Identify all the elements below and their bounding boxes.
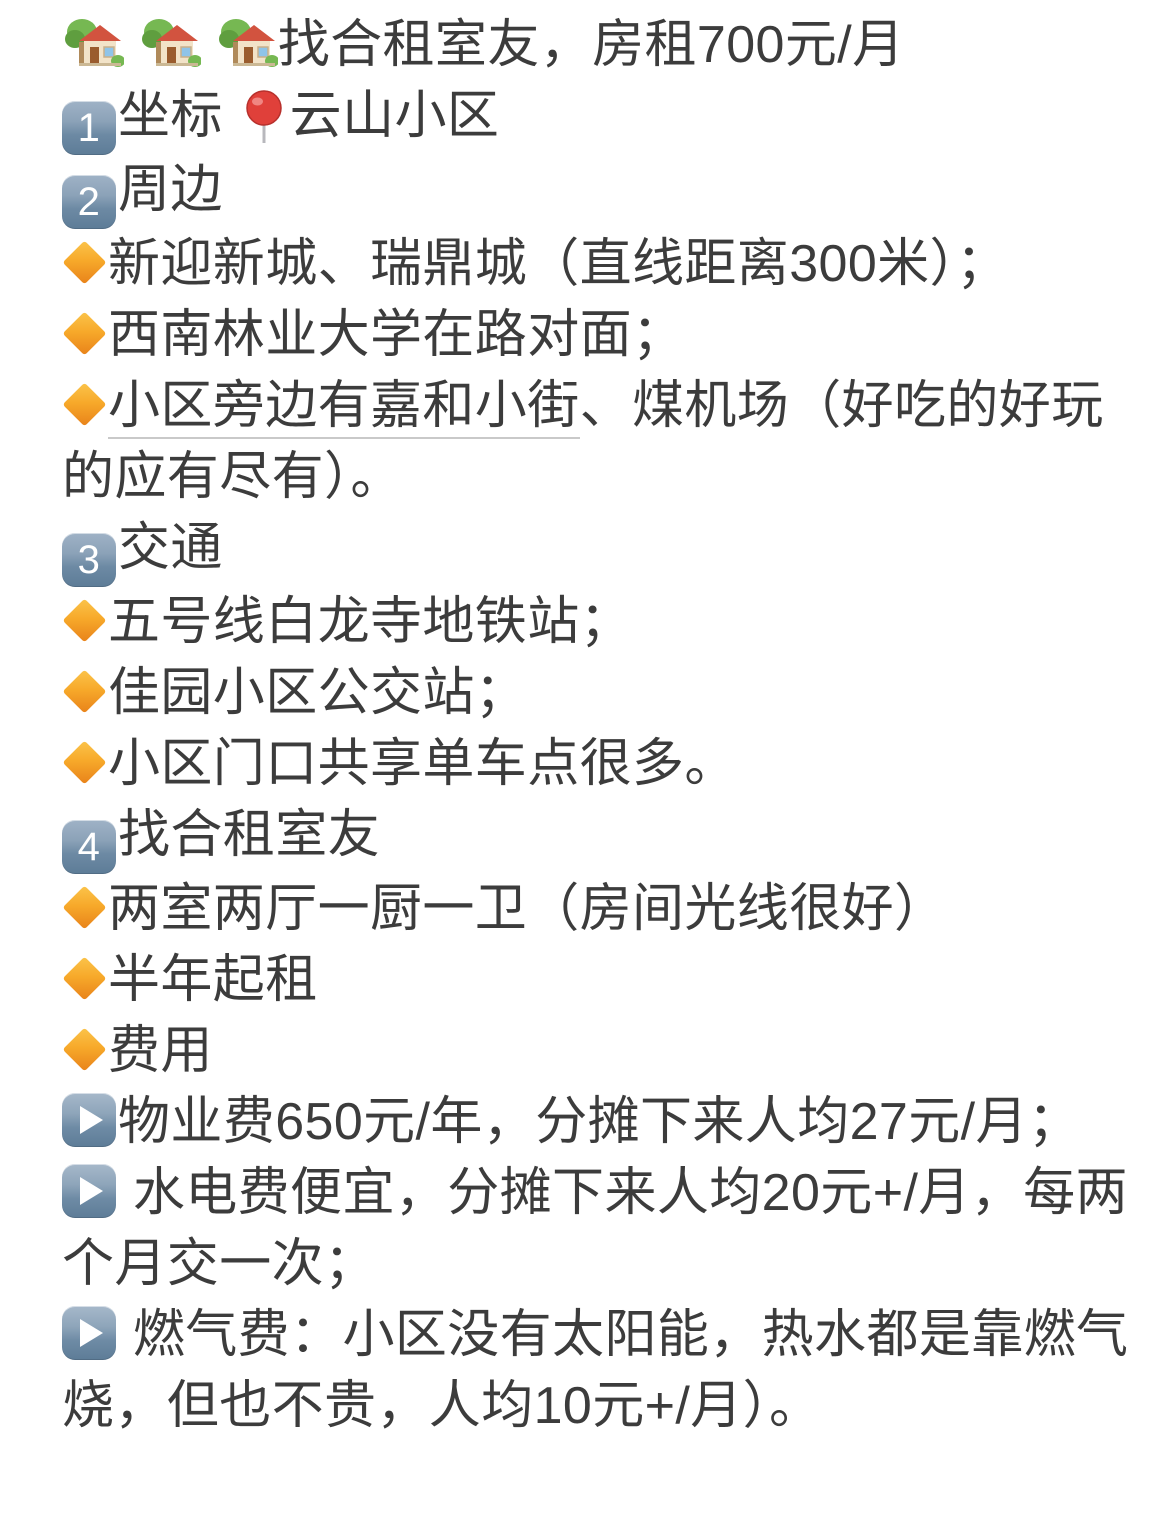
fees-heading-line: 费用 <box>62 1016 1152 1087</box>
keycap-four-icon: 4 <box>62 820 116 874</box>
fee-gas-line: 燃气费：小区没有太阳能，热水都是靠燃气烧，但也不贵，人均10元+/月）。 <box>62 1300 1152 1442</box>
house-with-garden-icon <box>62 16 124 72</box>
nearby-streets-highlight: 小区旁边有嘉和小街 <box>108 377 580 439</box>
location-value: 云山小区 <box>289 87 500 145</box>
house-with-garden-icon <box>139 16 201 72</box>
orange-diamond-icon <box>62 956 106 1001</box>
fee-property-line: 物业费650元/年，分摊下来人均27元/月； <box>62 1087 1152 1158</box>
layout-line: 两室两厅一厨一卫（房间光线很好） <box>62 874 1152 945</box>
transport-bus-text: 佳园小区公交站； <box>108 664 528 722</box>
nearby-university-line: 西南林业大学在路对面； <box>62 300 1152 371</box>
keycap-three-icon: 3 <box>62 533 116 587</box>
fee-utilities-text: 水电费便宜，分摊下来人均20元+/月，每两个月交一次； <box>62 1164 1128 1293</box>
nearby-communities-line: 新迎新城、瑞鼎城（直线距离300米）； <box>62 229 1152 300</box>
section-location-line: 1 坐标 云山小区 <box>62 81 1152 155</box>
orange-diamond-icon <box>62 885 106 930</box>
layout-text: 两室两厅一厨一卫（房间光线很好） <box>108 880 947 938</box>
transport-metro-line: 五号线白龙寺地铁站； <box>62 587 1152 658</box>
nearby-streets-line: 小区旁边有嘉和小街、煤机场（好吃的好玩的应有尽有）。 <box>62 371 1152 513</box>
orange-diamond-icon <box>62 740 106 785</box>
transport-heading: 交通 <box>118 519 223 577</box>
orange-diamond-icon <box>62 1027 106 1072</box>
house-with-garden-icon <box>216 16 278 72</box>
orange-diamond-icon <box>62 669 106 714</box>
section-transport-line: 3 交通 <box>62 513 1152 587</box>
location-label: 坐标 <box>118 87 223 145</box>
nearby-university-text: 西南林业大学在路对面； <box>108 306 685 364</box>
surroundings-heading: 周边 <box>118 161 223 219</box>
section-surroundings-line: 2 周边 <box>62 155 1152 229</box>
fee-utilities-line: 水电费便宜，分摊下来人均20元+/月，每两个月交一次； <box>62 1158 1152 1300</box>
rental-listing-post: 找合租室友，房租700元/月 1 坐标 云山小区 2 周边 新迎新城、瑞鼎城（直线距… <box>0 0 1170 1540</box>
transport-bike-line: 小区门口共享单车点很多。 <box>62 729 1152 800</box>
transport-bike-text: 小区门口共享单车点很多。 <box>108 735 737 793</box>
orange-diamond-icon <box>62 240 106 285</box>
round-pushpin-icon <box>242 89 286 145</box>
orange-diamond-icon <box>62 382 106 427</box>
section-roommate-line: 4 找合租室友 <box>62 800 1152 874</box>
orange-diamond-icon <box>62 311 106 356</box>
fee-gas-text: 燃气费：小区没有太阳能，热水都是靠燃气烧，但也不贵，人均10元+/月）。 <box>62 1306 1129 1435</box>
lease-term-text: 半年起租 <box>108 951 318 1009</box>
transport-metro-text: 五号线白龙寺地铁站； <box>108 593 633 651</box>
orange-diamond-icon <box>62 598 106 643</box>
listing-title-line: 找合租室友，房租700元/月 <box>62 10 1152 81</box>
keycap-two-icon: 2 <box>62 175 116 229</box>
fee-property-text: 物业费650元/年，分摊下来人均27元/月； <box>118 1093 1081 1151</box>
listing-title-text: 找合租室友，房租700元/月 <box>277 16 905 74</box>
lease-term-line: 半年起租 <box>62 945 1152 1016</box>
fees-heading-text: 费用 <box>108 1022 213 1080</box>
play-button-icon <box>62 1306 116 1360</box>
nearby-communities-text: 新迎新城、瑞鼎城（直线距离300米）； <box>108 235 1009 293</box>
play-button-icon <box>62 1093 116 1147</box>
play-button-icon <box>62 1164 116 1218</box>
roommate-heading: 找合租室友 <box>118 806 381 864</box>
transport-bus-line: 佳园小区公交站； <box>62 658 1152 729</box>
keycap-one-icon: 1 <box>62 101 116 155</box>
